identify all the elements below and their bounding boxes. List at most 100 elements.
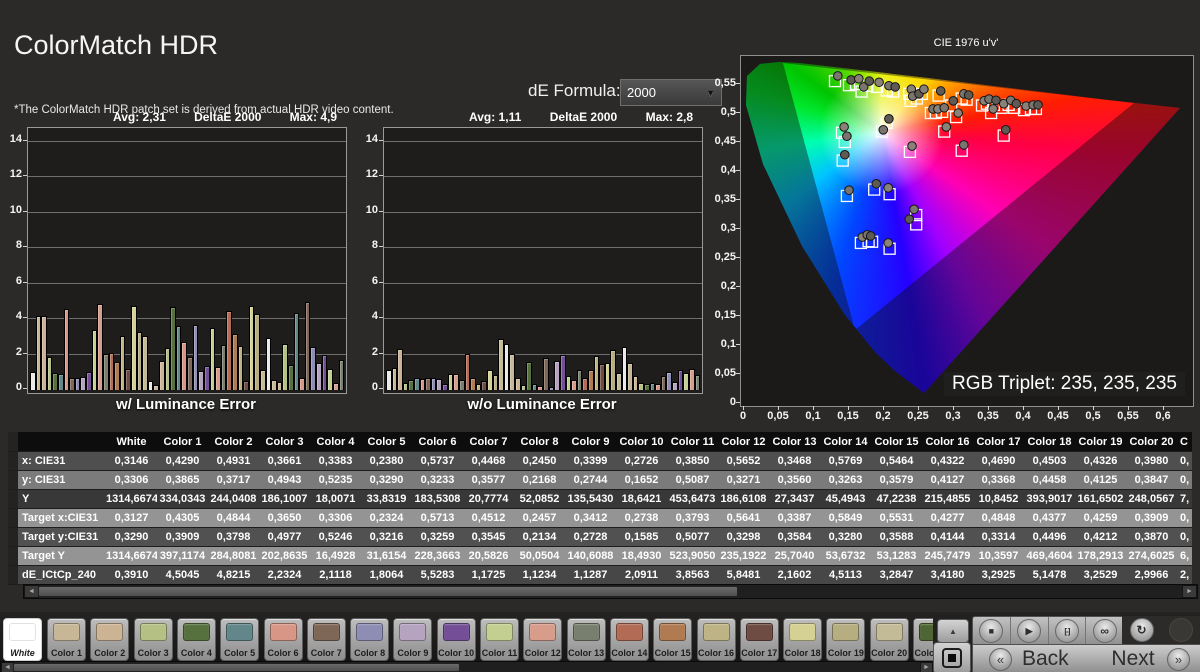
patch-tab-color-17[interactable]: Color 17	[739, 618, 779, 661]
patch-tab-color-7[interactable]: Color 7	[306, 618, 346, 661]
patch-tab-color-12[interactable]: Color 12	[523, 618, 563, 661]
table-value-cell: 18,6421	[616, 490, 667, 509]
table-scrollbar[interactable]: ◄ ►	[23, 584, 1198, 599]
table-value-cell: 0,3216	[361, 528, 412, 547]
table-scroll-right-button[interactable]: ►	[1182, 585, 1197, 598]
patch-tab-color-11[interactable]: Color 11	[480, 618, 519, 661]
measured-point	[884, 114, 894, 124]
page-title: ColorMatch HDR	[14, 30, 219, 60]
table-value-cell: 4,5113	[820, 566, 871, 585]
patch-tab-color-2[interactable]: Color 2	[90, 618, 130, 661]
patch-tab-color-3[interactable]: Color 3	[133, 618, 173, 661]
patch-tab-color-8[interactable]: Color 8	[350, 618, 390, 661]
refresh-button[interactable]: ↻	[1129, 618, 1154, 642]
patch-tab-label: Color 15	[654, 648, 691, 658]
back-button[interactable]: « Back	[972, 644, 1087, 672]
table-value-cell: 2,9966	[1126, 566, 1177, 585]
chart-y-tick-label: 10	[365, 203, 378, 216]
patch-tab-color-13[interactable]: Color 13	[566, 618, 606, 661]
pattern-size-button[interactable]: [-]	[1049, 617, 1087, 645]
measured-point	[865, 231, 876, 241]
table-value-cell: 0,3314	[973, 528, 1024, 547]
collapse-panel-button[interactable]: ▲	[937, 619, 969, 643]
play-button[interactable]: ▶	[1011, 617, 1049, 645]
patch-swatch	[139, 623, 167, 641]
patch-tab-color-14[interactable]: Color 14	[609, 618, 649, 661]
patch-tab-label: Color 1	[50, 648, 82, 658]
patch-tab-white[interactable]: White	[3, 618, 42, 661]
table-value-cell: 0,4212	[1075, 528, 1126, 547]
patch-swatch	[615, 623, 643, 641]
table-header-cell: Color 2	[208, 432, 259, 452]
patch-tab-label: Color 7	[310, 648, 342, 658]
patch-tab-color-10[interactable]: Color 10	[436, 618, 476, 661]
patch-tab-label: Color 21	[914, 648, 933, 658]
table-gutter-cell	[8, 471, 18, 490]
patch-swatch	[53, 623, 80, 641]
transport-button-group: ■ ▶ [-] ∞	[972, 616, 1124, 646]
table-scroll-left-button[interactable]: ◄	[24, 585, 39, 598]
loop-button[interactable]: ∞	[1086, 617, 1123, 645]
pattern-window-button[interactable]	[933, 642, 971, 672]
patch-tab-color-5[interactable]: Color 5	[220, 618, 260, 661]
avg-label: Avg: 2,31	[113, 110, 166, 124]
cie-y-tick	[736, 199, 740, 200]
tabs-scrollbar[interactable]: ◄ ►	[0, 661, 934, 672]
tabs-scroll-right-button[interactable]: ►	[920, 662, 933, 672]
patch-tab-color-19[interactable]: Color 19	[826, 618, 866, 661]
chart-y-tick-label: 8	[371, 239, 378, 252]
table-value-cell: 0,4931	[208, 452, 259, 471]
table-value-cell: 0,2134	[514, 528, 565, 547]
de-bar	[694, 374, 701, 390]
pattern-size-icon: [-]	[1064, 626, 1070, 636]
table-header-cell: Color 4	[310, 432, 361, 452]
table-value-cell: 0,5246	[310, 528, 361, 547]
chart-y-tick-label: 4	[15, 310, 22, 323]
table-value-cell: 183,5308	[412, 490, 463, 509]
measured-point	[1011, 98, 1022, 109]
table-header-cell: Color 15	[871, 432, 922, 452]
table-header-cell: Color 13	[769, 432, 820, 452]
cie-x-tick	[813, 406, 814, 410]
table-value-cell: 0,	[1177, 471, 1192, 490]
table-value-cell: 47,2238	[871, 490, 922, 509]
cie-y-tick	[736, 228, 740, 229]
next-button[interactable]: Next »	[1085, 644, 1200, 672]
table-value-cell: 2,1602	[769, 566, 820, 585]
table-value-cell: 186,6108	[718, 490, 769, 509]
patch-tab-color-9[interactable]: Color 9	[393, 618, 433, 661]
deltae-formula-label: DeltaE 2000	[194, 110, 262, 124]
patch-tab-color-20[interactable]: Color 20	[869, 618, 909, 661]
table-value-cell: 4,8215	[208, 566, 259, 585]
chart-y-tick	[379, 388, 383, 389]
measured-point	[874, 77, 884, 88]
table-value-cell: 284,8081	[208, 547, 259, 566]
chevron-down-icon: ▼	[706, 87, 715, 98]
patch-tab-color-18[interactable]: Color 18	[783, 618, 823, 661]
cie-x-tick-label: 0,15	[837, 410, 859, 422]
patch-tab-color-16[interactable]: Color 16	[696, 618, 736, 661]
table-header-cell: Color 18	[1024, 432, 1075, 452]
patch-tab-color-1[interactable]: Color 1	[47, 618, 86, 661]
table-value-cell: 0,3909	[157, 528, 208, 547]
table-value-cell: 0,4496	[1024, 528, 1075, 547]
table-value-cell: 0,5849	[820, 509, 871, 528]
table-value-cell: 0,3909	[1126, 509, 1177, 528]
cie-x-tick-label: 0,2	[875, 410, 891, 422]
table-value-cell: 0,1585	[616, 528, 667, 547]
patch-tab-color-4[interactable]: Color 4	[176, 618, 216, 661]
measured-point	[939, 102, 949, 113]
patch-swatch	[442, 623, 470, 641]
table-value-cell: 0,3980	[1126, 452, 1177, 471]
stop-button[interactable]: ■	[973, 617, 1011, 645]
patch-tab-color-21[interactable]: Color 21	[913, 618, 933, 661]
tabs-scrollbar-thumb[interactable]	[13, 663, 460, 672]
patch-tab-color-6[interactable]: Color 6	[263, 618, 303, 661]
table-row: Target Y 1314,6674 397,1174 284,8081 202,863…	[8, 547, 1192, 566]
table-scrollbar-thumb[interactable]	[38, 586, 738, 597]
row-label-cell: Target y:CIE31	[18, 528, 106, 547]
table-value-cell: 0,4322	[922, 452, 973, 471]
patch-tab-color-15[interactable]: Color 15	[653, 618, 693, 661]
patch-tab-label: Color 13	[568, 648, 605, 658]
table-row: Target x:CIE31 0,3127 0,4305 0,4844 0,3650 0,…	[8, 509, 1192, 528]
